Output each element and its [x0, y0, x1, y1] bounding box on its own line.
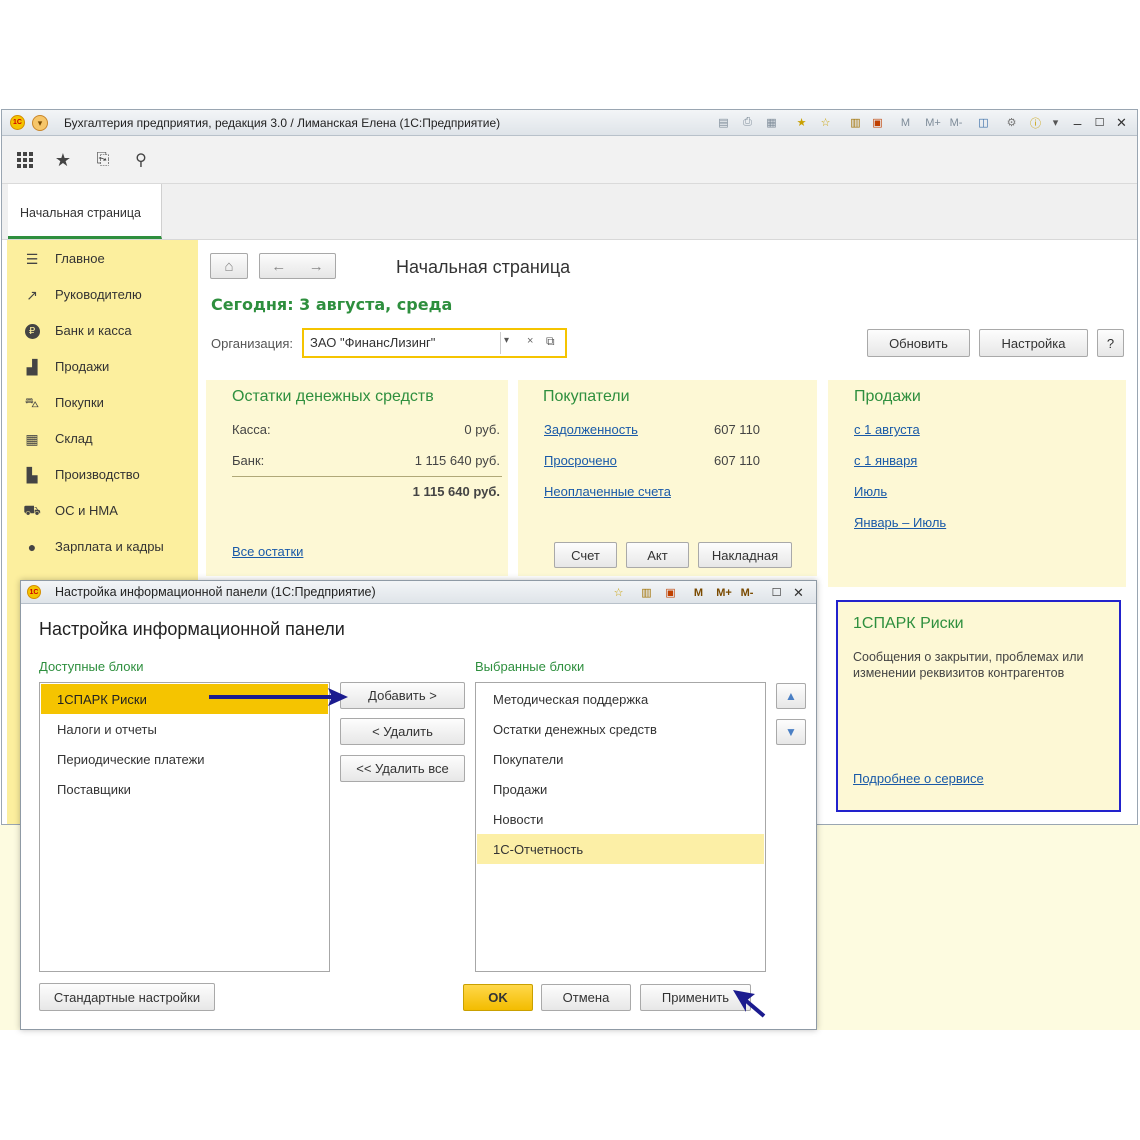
annotation-arrows	[209, 688, 766, 1018]
arrow-to-apply-icon	[733, 990, 766, 1018]
arrow-to-add-icon	[209, 688, 348, 706]
